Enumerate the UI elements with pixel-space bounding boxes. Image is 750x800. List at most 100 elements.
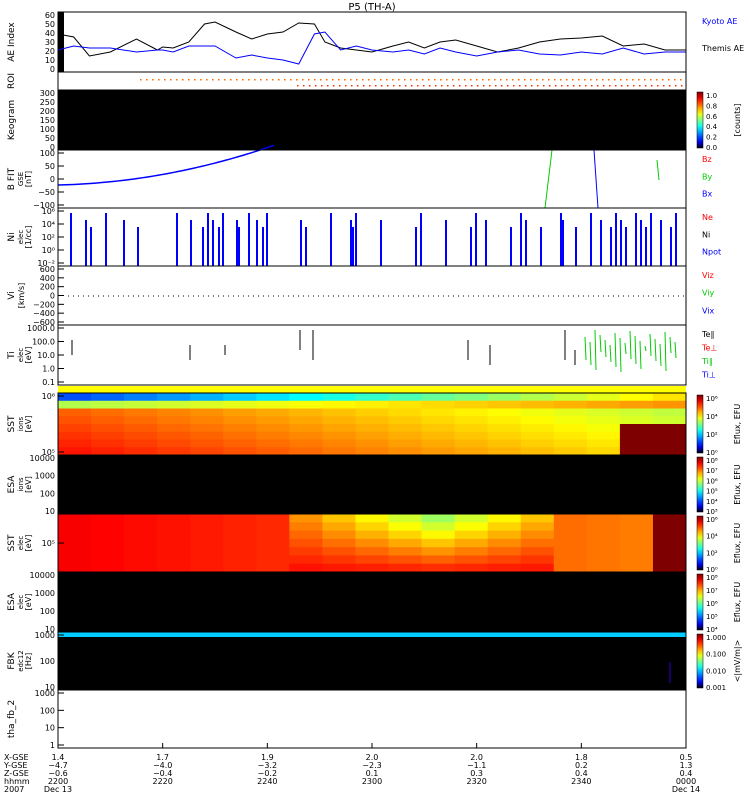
sst-elec-cell: [619, 563, 654, 573]
ni-spike: [190, 220, 192, 266]
ni-spike: [352, 227, 354, 266]
fbk-ytick: 100: [40, 657, 55, 666]
sst-ions-cell: [421, 447, 456, 456]
sst-ions-cell: [520, 400, 555, 409]
sst-ions-cell: [388, 424, 423, 433]
sst_e-colorbar-tick: 10²: [706, 549, 718, 557]
sst-elec-cell: [553, 555, 588, 565]
sst-ions-cell: [454, 447, 489, 456]
sst-elec-cell: [487, 514, 522, 523]
vi-ytick: 0: [50, 292, 55, 301]
sst-elec-cell: [487, 538, 522, 548]
sst-elec-cell: [454, 555, 489, 565]
roi-dot: [254, 79, 256, 81]
sst_i-colorbar: [696, 394, 704, 454]
sst-ions-cell: [322, 408, 356, 417]
sst-ions-cell: [487, 439, 522, 448]
sst-ions-cell: [586, 447, 621, 456]
ni-legend-1: Ni: [702, 230, 710, 239]
ni-spike: [137, 227, 139, 266]
sst-ions-cell: [553, 431, 588, 440]
sst-ions-cell: [58, 408, 92, 417]
roi-dot: [482, 79, 484, 81]
ni-spike: [625, 227, 627, 266]
sst-elec-cell: [652, 514, 687, 523]
ti-mark: [659, 343, 662, 367]
sst-ions-cell: [256, 408, 290, 417]
fbk-colorbar-tick: 1.000: [706, 634, 726, 642]
sst-ions-cell: [355, 408, 390, 417]
ti-ytick: 1.0: [42, 365, 55, 374]
sst-elec-cell: [586, 547, 621, 556]
roi-dot: [548, 79, 550, 81]
roi-dot: [302, 79, 304, 81]
roi-dot: [339, 85, 341, 87]
keogram-colorbar-tick: 0.6: [706, 113, 718, 121]
roi-dot: [572, 79, 574, 81]
sst-elec-cell: [58, 555, 92, 565]
esa_e-colorbar: [696, 573, 704, 631]
sst-elec-cell: [256, 538, 290, 548]
sst-ions-cell: [586, 416, 621, 425]
sst-ions-cell: [421, 400, 456, 409]
ti-mark: [619, 337, 622, 373]
sst-ions-cell: [388, 400, 423, 409]
esa_e-colorbar-tick: 10⁸: [706, 574, 718, 582]
sst-ions-cell: [157, 408, 191, 417]
ni-legend-0: Ne: [702, 213, 713, 222]
ti-mark: [664, 331, 667, 372]
sst-ions-cell: [322, 393, 356, 402]
esa_i-ytick: 100: [40, 489, 55, 498]
sst-ions-cell: [58, 400, 92, 409]
sst-elec-cell: [124, 538, 158, 548]
sst-elec-cell: [520, 514, 555, 523]
roi-dot: [585, 85, 587, 87]
roi-dot: [525, 85, 527, 87]
sst-ions-cell: [58, 431, 92, 440]
vi-ytick: 200: [40, 283, 55, 292]
sst-ions-cell: [91, 447, 125, 456]
sst-ions-cell: [190, 400, 224, 409]
sst-elec-cell: [223, 538, 257, 548]
roi-dot: [410, 79, 412, 81]
sst-ions-cell: [487, 393, 522, 402]
roi-dot: [669, 85, 671, 87]
roi-dot: [176, 79, 178, 81]
roi-dot: [350, 79, 352, 81]
sst-ions-cell: [619, 439, 654, 448]
ni-spike: [355, 213, 357, 266]
roi-dot: [627, 85, 629, 87]
sst-elec-cell: [190, 530, 224, 540]
ni-spike: [300, 220, 302, 266]
esa_i-colorbar-tick: 10³: [706, 508, 718, 516]
roi-dot: [459, 85, 461, 87]
sst-elec-cell: [487, 555, 522, 565]
keogram-ytick: 200: [40, 107, 55, 116]
sst-ions-cell: [157, 439, 191, 448]
roi-dot: [596, 79, 598, 81]
sst-ions-cell: [652, 447, 687, 456]
sst-elec-cell: [454, 538, 489, 548]
sst-elec-cell: [652, 547, 687, 556]
sst-elec-cell: [157, 538, 191, 548]
sst-elec-cell: [256, 514, 290, 523]
ni-legend-2: Npot: [702, 248, 721, 257]
sst-elec-cell: [520, 538, 555, 548]
ni-spike: [236, 220, 238, 266]
sst-elec-cell: [91, 555, 125, 565]
x-tick-d: Dec 13: [44, 785, 72, 794]
x-tick-t: 2300: [362, 777, 382, 786]
yellow-status-bar: [58, 386, 686, 393]
ni-spike: [380, 220, 382, 266]
sst-elec-cell: [487, 522, 522, 532]
roi-dot: [351, 85, 353, 87]
sst-elec-cell: [124, 530, 158, 540]
roi-dot: [507, 85, 509, 87]
sst-ions-cell: [223, 408, 257, 417]
roi-dot: [272, 79, 274, 81]
roi-dot: [422, 79, 424, 81]
roi-dot: [369, 85, 371, 87]
roi-dot: [363, 85, 365, 87]
roi-dot: [663, 85, 665, 87]
ti-frame: [57, 324, 687, 386]
